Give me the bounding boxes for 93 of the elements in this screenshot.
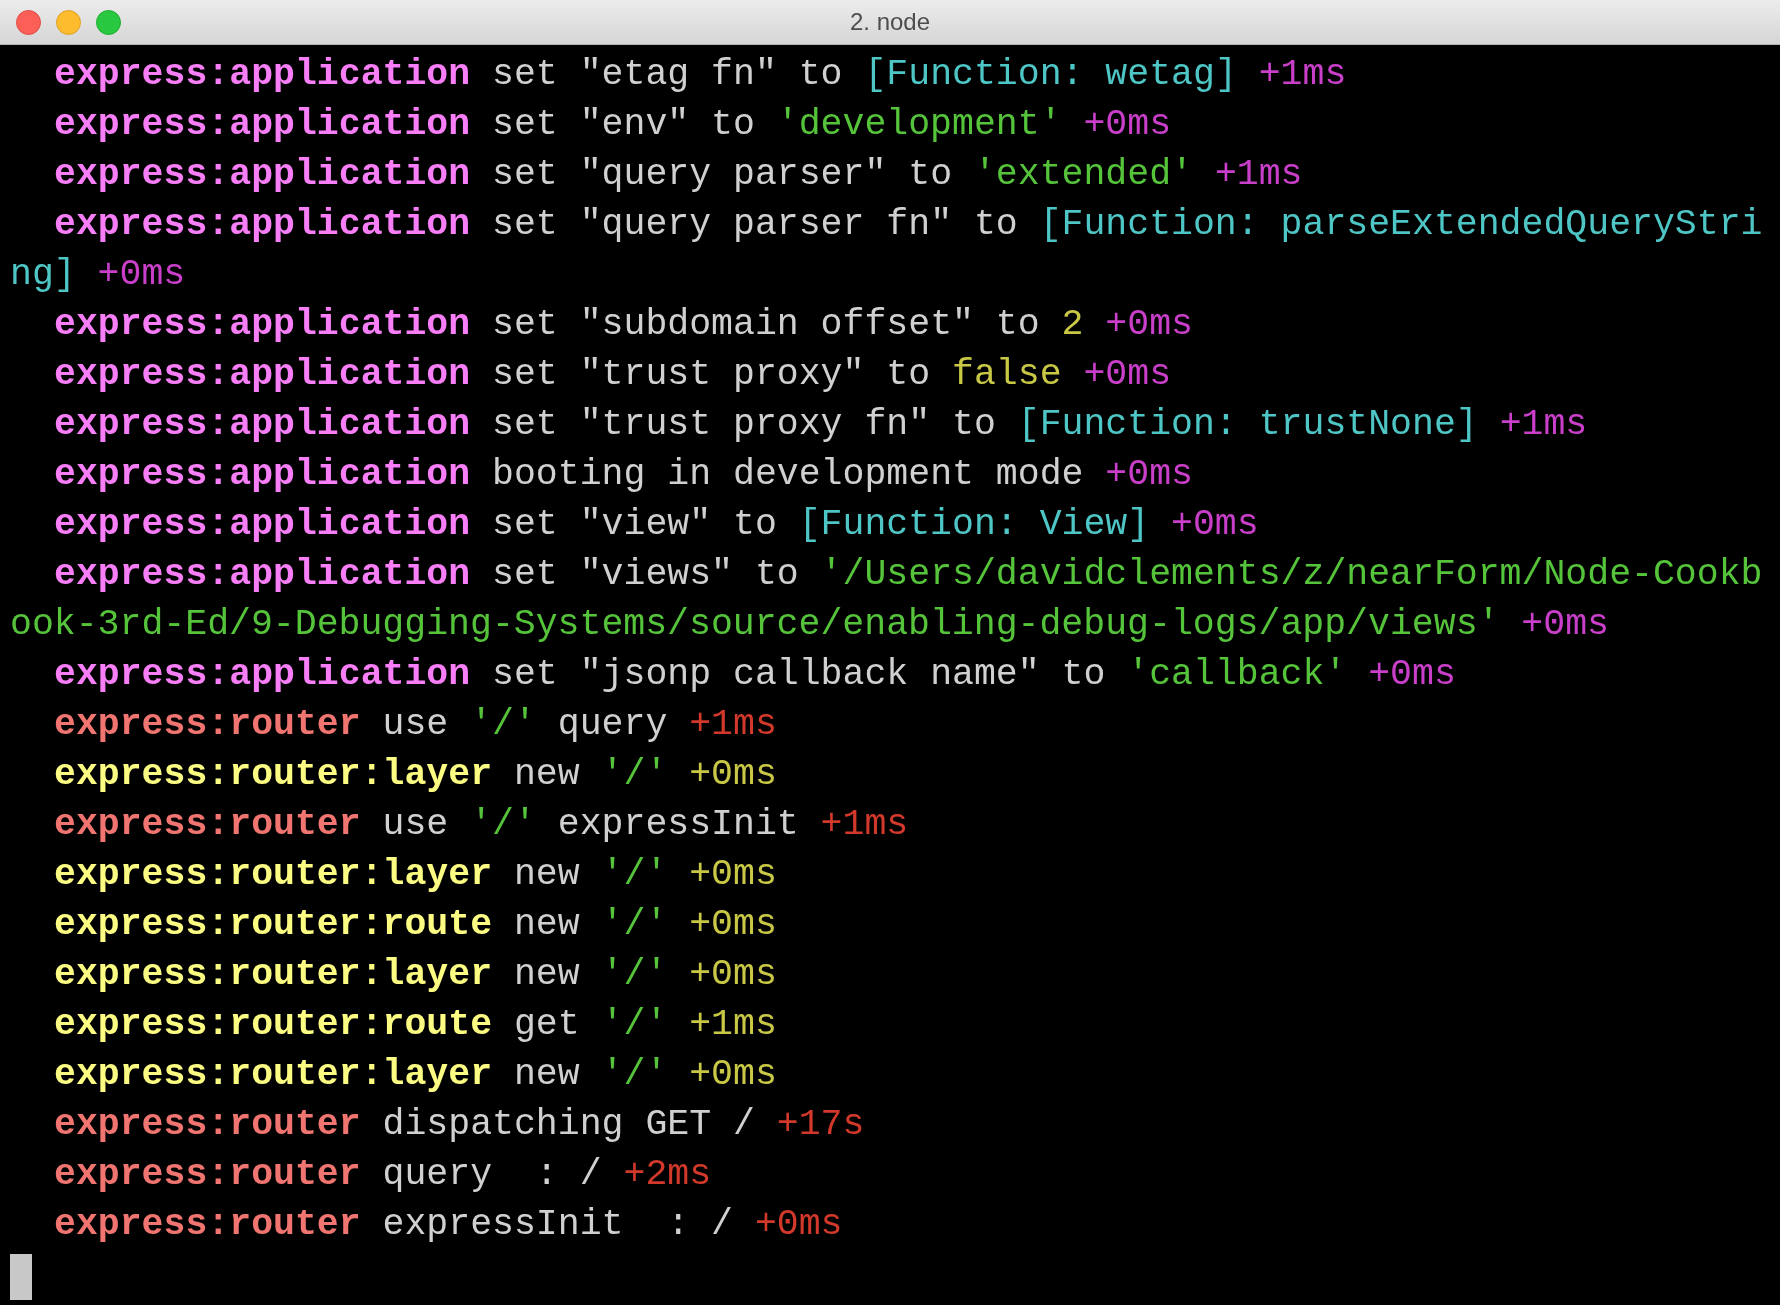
log-text: +0ms xyxy=(1521,603,1609,647)
log-text: set "env" to xyxy=(492,103,755,147)
log-text: booting in development mode xyxy=(492,453,1084,497)
debug-namespace: express:router:route xyxy=(54,1003,493,1047)
debug-namespace: express:application xyxy=(54,153,471,197)
debug-namespace: express:router xyxy=(54,803,361,847)
debug-namespace: express:router:layer xyxy=(54,1053,493,1097)
log-text: set "subdomain offset" to xyxy=(492,303,1040,347)
cursor xyxy=(10,1254,32,1300)
log-text: set "query parser fn" to xyxy=(492,203,1018,247)
log-text: expressInit xyxy=(557,803,799,847)
debug-namespace: express:router:layer xyxy=(54,753,493,797)
log-text: '/' xyxy=(601,953,668,997)
log-text: +0ms xyxy=(1083,103,1172,147)
log-text: use xyxy=(382,803,449,847)
debug-namespace: express:router xyxy=(54,1103,361,1147)
debug-namespace: express:router xyxy=(54,703,361,747)
log-text: ook-3rd-Ed/9-Debugging-Systems/source/enabling-debug-logs/app/views' xyxy=(10,603,1500,647)
log-text: [Function: View] xyxy=(798,503,1150,547)
maximize-icon[interactable] xyxy=(96,10,121,35)
log-text: +1ms xyxy=(1214,153,1303,197)
log-text: +17s xyxy=(776,1103,865,1147)
debug-namespace: express:router:route xyxy=(54,903,493,947)
log-text: '/' xyxy=(470,703,536,747)
log-text: '/' xyxy=(601,1003,668,1047)
log-text: '/' xyxy=(601,903,668,947)
log-text: [Function: trustNone] xyxy=(1017,403,1478,447)
log-text: +1ms xyxy=(820,803,909,847)
log-text: set "views" to xyxy=(492,553,799,597)
debug-namespace: express:application xyxy=(54,553,471,597)
minimize-icon[interactable] xyxy=(56,10,81,35)
debug-namespace: express:application xyxy=(54,53,471,97)
log-text: set "query parser" to xyxy=(492,153,953,197)
log-text: +1ms xyxy=(1499,403,1588,447)
log-text: +0ms xyxy=(1171,503,1259,547)
log-text: expressInit : / xyxy=(382,1203,733,1247)
log-text: get xyxy=(513,1003,580,1047)
log-text: +0ms xyxy=(1368,653,1456,697)
debug-namespace: express:application xyxy=(54,653,471,697)
log-text: new xyxy=(513,1053,580,1097)
log-text: query : / xyxy=(382,1153,602,1197)
log-text: set "etag fn" to xyxy=(492,53,843,97)
log-text: [Function: wetag] xyxy=(864,53,1237,97)
log-text: +0ms xyxy=(97,253,186,297)
log-text: ng] xyxy=(10,253,76,297)
log-text: use xyxy=(382,703,449,747)
log-text: '/' xyxy=(601,753,668,797)
debug-namespace: express:application xyxy=(54,203,471,247)
log-text: set "view" to xyxy=(492,503,777,547)
log-text: dispatching GET / xyxy=(382,1103,755,1147)
log-text: +0ms xyxy=(689,1053,777,1097)
window-title: 2. node xyxy=(849,7,931,37)
log-text: 'callback' xyxy=(1127,653,1347,697)
log-text: new xyxy=(513,853,580,897)
log-text: +0ms xyxy=(1105,303,1193,347)
log-text: set "trust proxy fn" to xyxy=(492,403,996,447)
log-text: [Function: parseExtendedQueryStri xyxy=(1039,203,1763,247)
log-text: query xyxy=(557,703,668,747)
log-text: 'development' xyxy=(776,103,1062,147)
log-text: +0ms xyxy=(689,953,777,997)
log-text: false xyxy=(952,353,1062,397)
debug-namespace: express:router:layer xyxy=(54,853,493,897)
debug-namespace: express:router xyxy=(54,1153,361,1197)
log-text: '/' xyxy=(601,853,668,897)
debug-namespace: express:application xyxy=(54,303,471,347)
debug-namespace: express:router:layer xyxy=(54,953,493,997)
log-text: +0ms xyxy=(689,903,777,947)
debug-namespace: express:application xyxy=(54,503,471,547)
log-text: +0ms xyxy=(689,853,777,897)
log-text: '/Users/davidclements/z/nearForm/Node-Cookb xyxy=(820,553,1763,597)
log-text: +0ms xyxy=(689,753,777,797)
debug-namespace: express:application xyxy=(54,453,471,497)
log-text: +1ms xyxy=(689,1003,777,1047)
log-text: new xyxy=(513,953,580,997)
log-text: '/' xyxy=(470,803,536,847)
debug-namespace: express:application xyxy=(54,103,471,147)
log-text: 2 xyxy=(1061,303,1084,347)
log-text: '/' xyxy=(601,1053,668,1097)
log-text: +0ms xyxy=(1105,453,1193,497)
log-text: set "jsonp callback name" to xyxy=(492,653,1106,697)
log-text: new xyxy=(513,903,580,947)
log-text: set "trust proxy" to xyxy=(492,353,931,397)
log-text: 'extended' xyxy=(973,153,1193,197)
log-text: +1ms xyxy=(1258,53,1347,97)
debug-namespace: express:application xyxy=(54,353,471,397)
log-text: +2ms xyxy=(623,1153,712,1197)
debug-namespace: express:application xyxy=(54,403,471,447)
log-text: +0ms xyxy=(1083,353,1172,397)
log-text: +0ms xyxy=(754,1203,843,1247)
debug-namespace: express:router xyxy=(54,1203,361,1247)
log-text: +1ms xyxy=(689,703,777,747)
log-text: new xyxy=(513,753,580,797)
close-icon[interactable] xyxy=(16,10,41,35)
